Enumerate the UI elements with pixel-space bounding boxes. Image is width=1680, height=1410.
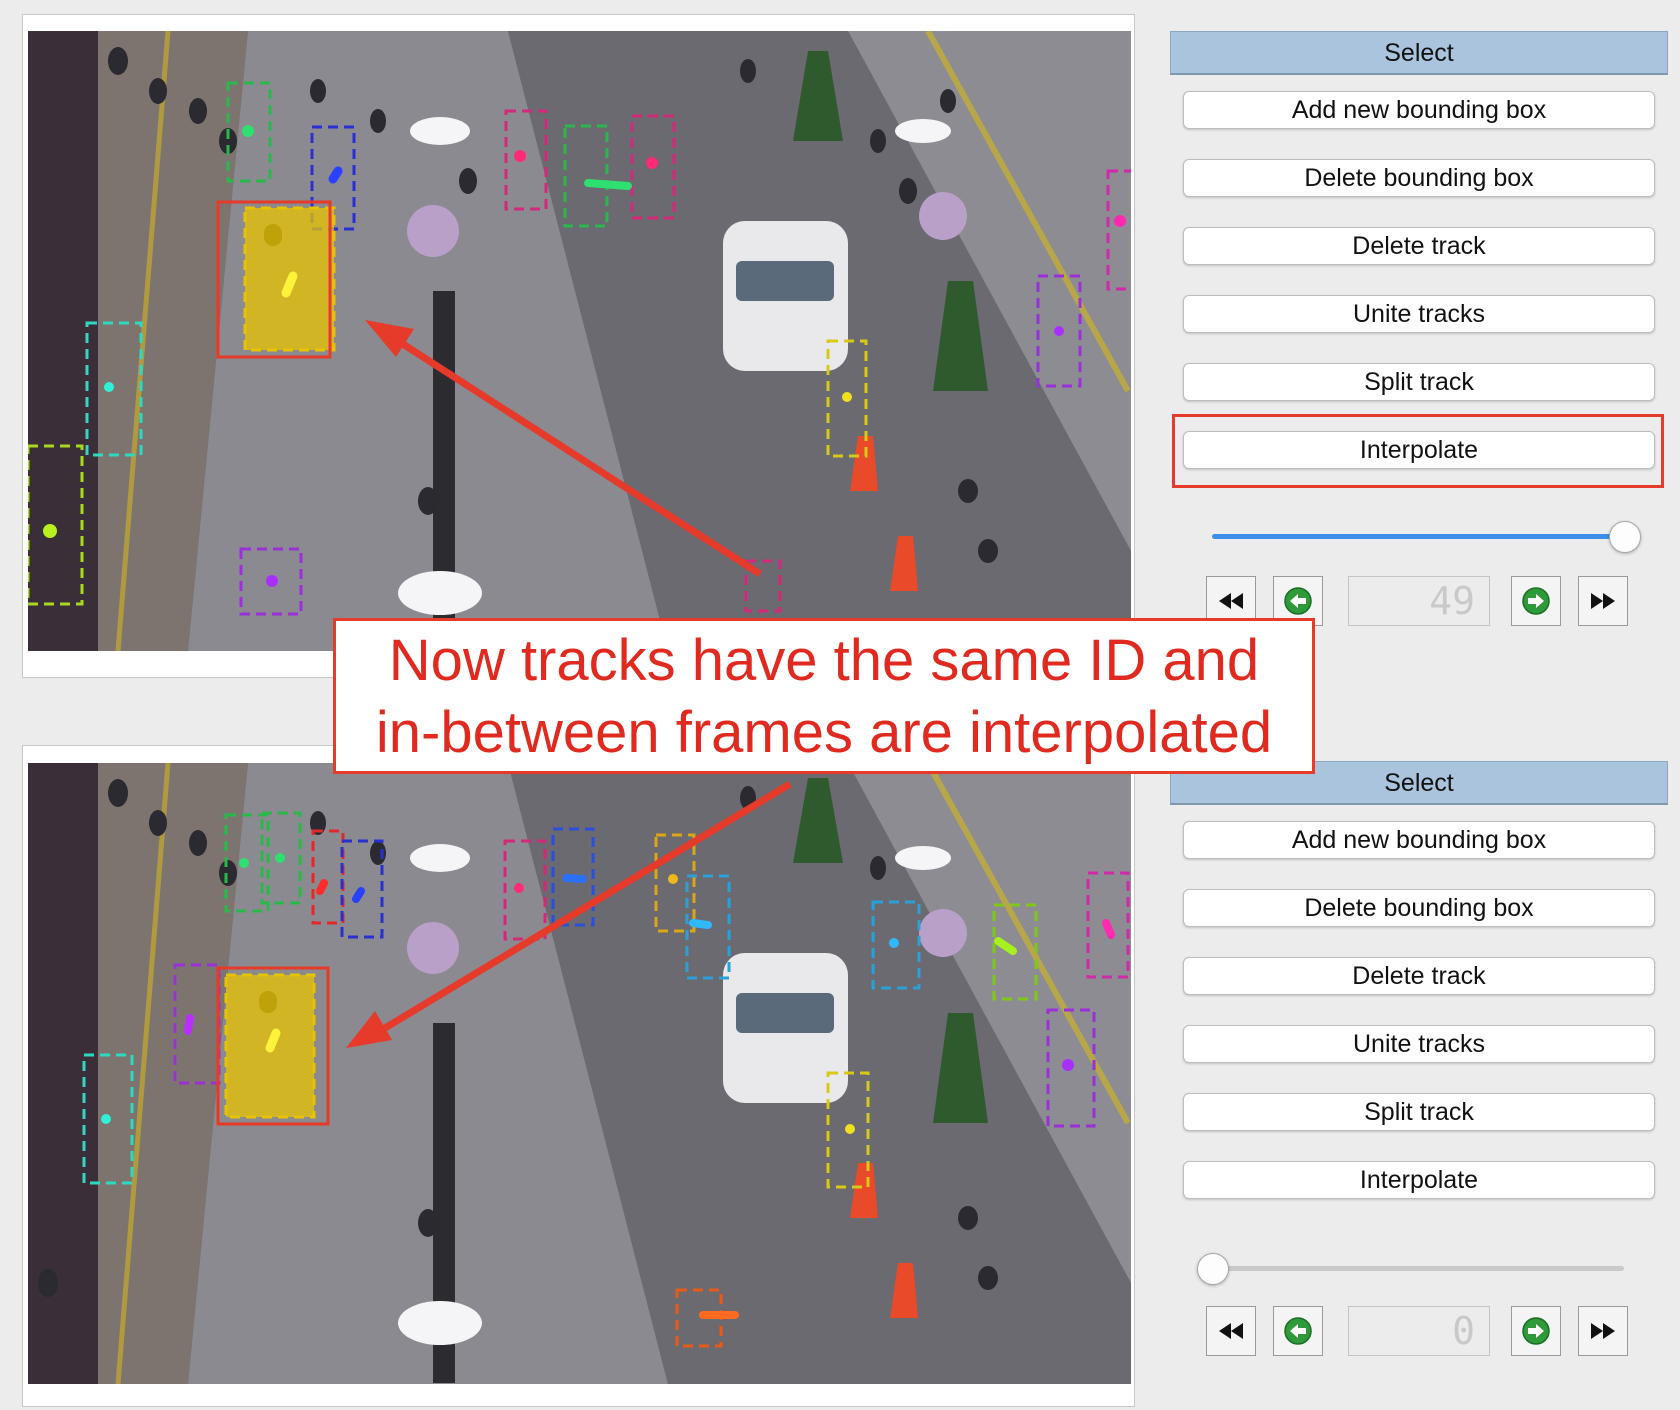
rewind-icon <box>1219 593 1243 609</box>
frame-slider-fill <box>1212 534 1624 539</box>
callout-line-2: in-between frames are interpolated <box>375 700 1273 765</box>
next-frame-button[interactable] <box>1511 1306 1561 1356</box>
frame-slider-thumb[interactable] <box>1197 1253 1229 1285</box>
rewind-icon <box>1219 1323 1243 1339</box>
video-image-top[interactable] <box>28 31 1131 651</box>
delete-track-button[interactable]: Delete track <box>1183 227 1655 265</box>
fast-forward-button[interactable] <box>1578 1306 1628 1356</box>
select-header[interactable]: Select <box>1170 31 1668 75</box>
delete-track-button[interactable]: Delete track <box>1183 957 1655 995</box>
fast-forward-icon <box>1591 1323 1615 1339</box>
delete-bounding-box-button[interactable]: Delete bounding box <box>1183 159 1655 197</box>
previous-frame-icon <box>1284 587 1312 615</box>
video-frame-bottom[interactable] <box>22 745 1135 1407</box>
next-frame-icon <box>1522 1317 1550 1345</box>
interpolate-button[interactable]: Interpolate <box>1183 1161 1655 1199</box>
frame-slider-thumb[interactable] <box>1609 521 1641 553</box>
split-track-button[interactable]: Split track <box>1183 1093 1655 1131</box>
frame-slider[interactable] <box>1212 521 1641 553</box>
delete-bounding-box-button[interactable]: Delete bounding box <box>1183 889 1655 927</box>
frame-number-display: 0 <box>1348 1306 1490 1356</box>
previous-frame-button[interactable] <box>1273 1306 1323 1356</box>
annotation-callout: Now tracks have the same ID and in-betwe… <box>333 618 1315 774</box>
split-track-button[interactable]: Split track <box>1183 363 1655 401</box>
frame-slider[interactable] <box>1197 1253 1624 1285</box>
frame-number-display: 49 <box>1348 576 1490 626</box>
previous-frame-icon <box>1284 1317 1312 1345</box>
video-image-bottom[interactable] <box>28 763 1131 1384</box>
callout-line-1: Now tracks have the same ID and <box>388 628 1260 693</box>
next-frame-button[interactable] <box>1511 576 1561 626</box>
fast-forward-icon <box>1591 593 1615 609</box>
next-frame-icon <box>1522 587 1550 615</box>
unite-tracks-button[interactable]: Unite tracks <box>1183 1025 1655 1063</box>
interpolate-highlight <box>1172 414 1664 488</box>
unite-tracks-button[interactable]: Unite tracks <box>1183 295 1655 333</box>
add-bounding-box-button[interactable]: Add new bounding box <box>1183 821 1655 859</box>
rewind-button[interactable] <box>1206 1306 1256 1356</box>
video-frame-top[interactable] <box>22 14 1135 678</box>
add-bounding-box-button[interactable]: Add new bounding box <box>1183 91 1655 129</box>
fast-forward-button[interactable] <box>1578 576 1628 626</box>
